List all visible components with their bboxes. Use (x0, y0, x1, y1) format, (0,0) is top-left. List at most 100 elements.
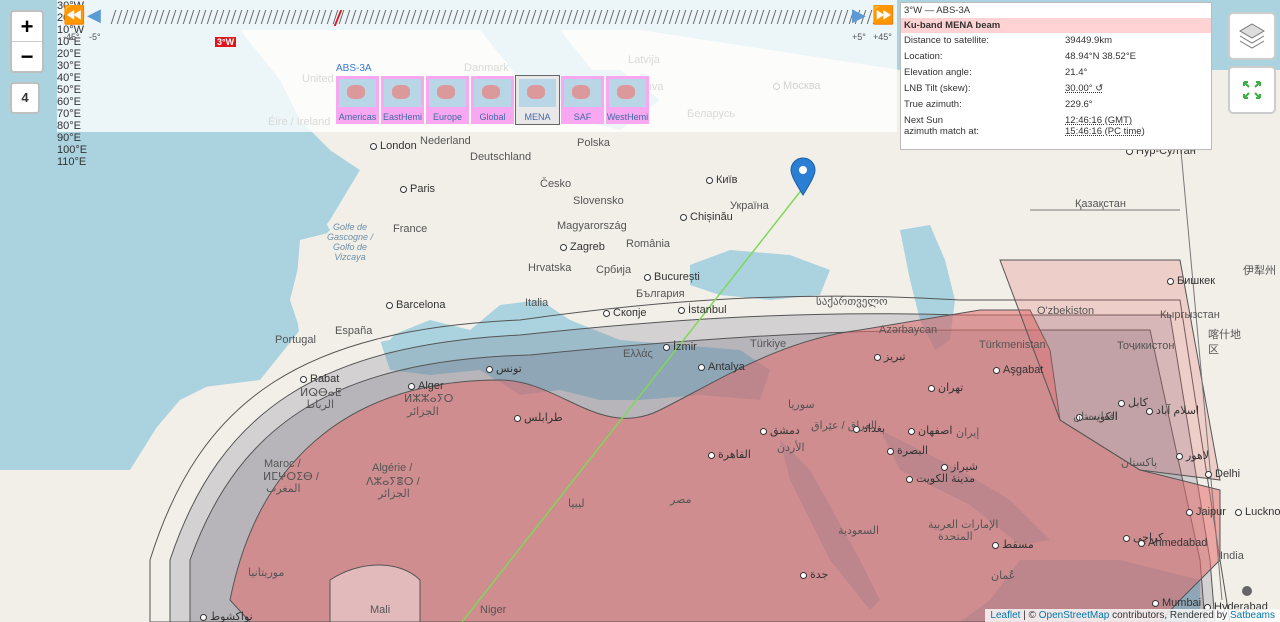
scale-tick (518, 10, 525, 24)
map-label: Скопје (603, 307, 647, 319)
map-label: Україна (730, 200, 769, 212)
longitude-tick-label: 100°E (57, 144, 88, 156)
beam-global-button[interactable]: Global (471, 76, 514, 124)
leaflet-link[interactable]: Leaflet (990, 610, 1020, 621)
attribution-sep: | © (1020, 610, 1039, 621)
info-value[interactable]: 30.00° ↺ (1062, 81, 1211, 97)
longitude-scale[interactable] (110, 4, 897, 26)
scale-tick (470, 10, 477, 24)
map-label: مصر (670, 494, 692, 506)
jump-right-45-button[interactable]: ⏩ (872, 6, 894, 24)
map-label: România (626, 238, 671, 250)
scale-tick (770, 10, 777, 24)
beam-label: EastHemi (382, 112, 422, 122)
zoom-in-button[interactable]: + (12, 12, 42, 41)
info-key: LNB Tilt (skew): (904, 83, 971, 94)
scale-tick (344, 10, 351, 24)
scale-tick (698, 10, 705, 24)
scale-tick (146, 10, 153, 24)
scale-tick (296, 10, 303, 24)
map-label: افغانستان (1073, 411, 1118, 423)
map-label: إيران (956, 427, 980, 439)
longitude-tick-label: 30°E (57, 60, 81, 72)
scale-tick (350, 10, 357, 24)
scale-tick (614, 10, 621, 24)
map-label: لاهور (1176, 449, 1209, 462)
map-label: Golfe de Gascogne / Golfo de Vizcaya (326, 222, 374, 262)
attribution-text: contributors, Rendered by (1109, 610, 1230, 621)
info-key: Distance to satellite: (904, 35, 990, 46)
scale-tick (734, 10, 741, 24)
zoom-control: + − (10, 10, 44, 73)
scale-tick (260, 10, 267, 24)
layers-button[interactable] (1228, 12, 1276, 60)
zoom-out-button[interactable]: − (12, 41, 42, 71)
scale-tick (530, 10, 537, 24)
scale-tick (170, 10, 177, 24)
scale-tick (236, 10, 243, 24)
map-label: Қазақстан (1075, 198, 1126, 210)
current-longitude-label[interactable]: 3°W (215, 37, 237, 47)
map-label: Maroc / (264, 458, 301, 470)
beam-westhemi-button[interactable]: WestHemi (606, 76, 649, 124)
jump-left-45-button[interactable]: ⏪ (63, 6, 85, 24)
map-label: البصرة (887, 444, 928, 457)
step-label: -45° (63, 32, 80, 42)
longitude-tick-label: 90°E (57, 132, 81, 144)
beam-thumbnail (609, 79, 646, 107)
scale-tick (620, 10, 627, 24)
scale-tick (266, 10, 273, 24)
scale-tick (842, 10, 849, 24)
scale-tick (494, 10, 501, 24)
info-panel: 3°W — ABS-3A Ku-band MENA beam Distance … (900, 2, 1212, 150)
map-label: نواكشوط (200, 610, 253, 622)
scale-tick (254, 10, 261, 24)
beam-saf-button[interactable]: SAF (561, 76, 604, 124)
satbeams-link[interactable]: Satbeams (1230, 610, 1275, 621)
scale-tick (608, 10, 615, 24)
scale-tick (662, 10, 669, 24)
step-left-5-button[interactable]: ◀ (87, 6, 101, 24)
scale-tick (722, 10, 729, 24)
info-value: 39449.9km (1065, 35, 1113, 46)
scale-tick (458, 10, 465, 24)
beam-easthemi-button[interactable]: EastHemi (381, 76, 424, 124)
satellite-name[interactable]: ABS-3A (336, 63, 372, 74)
map-label: București (644, 271, 700, 283)
scale-tick (218, 10, 225, 24)
sun-pc-time[interactable]: 15:46:16 (PC time) (1065, 126, 1145, 137)
scale-tick (632, 10, 639, 24)
sun-gmt[interactable]: 12:46:16 (GMT) (1065, 115, 1132, 126)
beam-mena-button[interactable]: MENA (515, 75, 560, 125)
scale-tick (242, 10, 249, 24)
info-row: Location: 48.94°N 38.52°E (901, 49, 1211, 65)
scale-tick (278, 10, 285, 24)
step-label: -5° (89, 32, 101, 42)
scale-tick (800, 10, 807, 24)
map-label: İzmir (663, 341, 697, 353)
beam-americas-button[interactable]: Americas (336, 76, 379, 124)
osm-link[interactable]: OpenStreetMap (1039, 610, 1110, 621)
scale-tick (386, 10, 393, 24)
info-row: True azimuth: 229.6° (901, 97, 1211, 113)
map-label: اصفهان (908, 424, 952, 437)
layers-icon (1239, 23, 1265, 49)
step-right-5-button[interactable]: ▶ (852, 6, 866, 24)
info-value: 21.4° (1065, 67, 1088, 78)
info-value: 229.6° (1065, 99, 1093, 110)
scale-tick (824, 10, 831, 24)
beam-label: Europe (432, 112, 463, 122)
map-label: Jaipur (1186, 506, 1226, 518)
info-value: 48.94°N 38.52°E (1065, 51, 1136, 62)
fullscreen-button[interactable] (1228, 66, 1276, 114)
step-label: +45° (873, 32, 892, 42)
beam-europe-button[interactable]: Europe (426, 76, 469, 124)
map-label: Algérie / (372, 462, 413, 474)
scale-tick (152, 10, 159, 24)
scale-tick (428, 10, 435, 24)
map-label: 区 (1208, 344, 1219, 356)
scale-tick (752, 10, 759, 24)
beam-thumbnail (519, 79, 556, 107)
map-label: Бишкек (1167, 275, 1215, 287)
longitude-tick-label: 110°E (57, 156, 87, 168)
